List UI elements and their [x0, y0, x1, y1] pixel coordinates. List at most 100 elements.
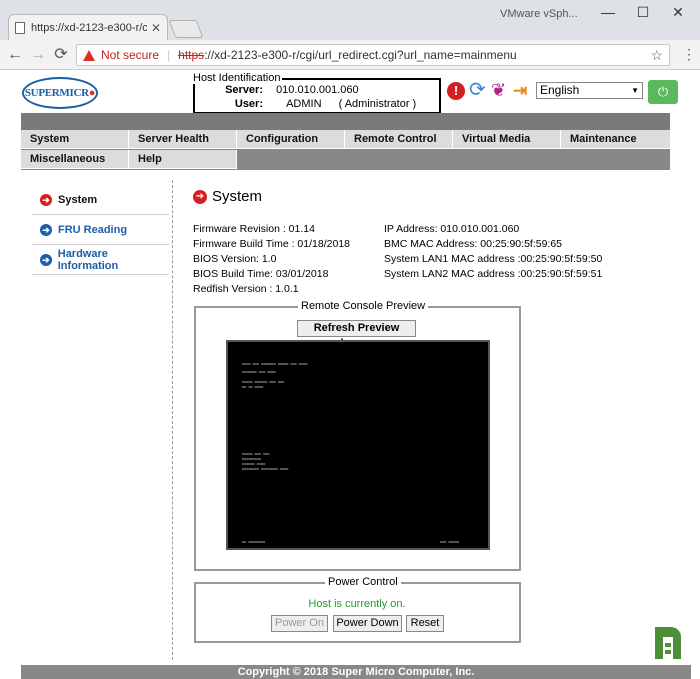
- page-title-text: System: [212, 188, 263, 205]
- browser-tab[interactable]: https://xd-2123-e300-r/c ✕: [8, 14, 168, 40]
- sidebar-divider: [172, 180, 173, 660]
- security-status[interactable]: Not secure: [101, 48, 159, 62]
- forward-icon[interactable]: →: [28, 46, 48, 64]
- sidebar-item-hardware-information[interactable]: ➔ Hardware Information: [32, 245, 169, 275]
- maximize-icon[interactable]: ☐: [628, 4, 658, 21]
- lan1-mac-address: System LAN1 MAC address :00:25:90:5f:59:…: [384, 253, 603, 265]
- menu-row-1: System Server Health Configuration Remot…: [21, 130, 670, 149]
- tab-title: https://xd-2123-e300-r/c: [31, 21, 147, 34]
- bmc-mac-address: BMC MAC Address: 00:25:90:5f:59:65: [384, 238, 563, 250]
- console-line: ▬▬▬▬▬▬ ▬▬▬▬: [242, 462, 266, 466]
- logo-text: SUPERMICR: [24, 87, 89, 99]
- window-close-icon[interactable]: ✕: [663, 4, 693, 21]
- host-identification-legend: Host Identification: [193, 72, 283, 84]
- console-line: ▬▬ ▬▬ ▬▬▬▬: [242, 385, 264, 389]
- reset-button[interactable]: Reset: [406, 615, 444, 632]
- user-row: User: ADMIN ( Administrator ): [225, 98, 416, 110]
- console-preview-image[interactable]: ▬▬▬▬ ▬▬▬ ▬▬▬▬▬▬▬ ▬▬▬▬▬ ▬▬▬ ▬▬▬▬ ▬▬▬▬▬▬▬ …: [226, 340, 490, 550]
- sidebar-item-fru-reading[interactable]: ➔ FRU Reading: [32, 215, 169, 245]
- language-selected: English: [540, 83, 580, 97]
- bios-build-time: BIOS Build Time: 03/01/2018: [193, 268, 329, 280]
- menu-virtual-media[interactable]: Virtual Media: [453, 130, 561, 149]
- browser-toolbar: ← → ⟳ Not secure | https ://xd-2123-e300…: [0, 40, 700, 70]
- address-bar[interactable]: Not secure | https ://xd-2123-e300-r/cgi…: [76, 44, 670, 66]
- close-tab-icon[interactable]: ✕: [151, 21, 161, 35]
- alert-icon[interactable]: !: [447, 82, 465, 100]
- supermicro-logo: SUPERMICR ●: [22, 77, 98, 109]
- remote-console-legend: Remote Console Preview: [298, 300, 429, 312]
- sidebar-item-label: Hardware Information: [57, 247, 119, 272]
- console-line: ▬▬▬▬▬ ▬▬▬ ▬▬▬: [242, 452, 270, 456]
- footer-copyright: Copyright © 2018 Super Micro Computer, I…: [21, 665, 691, 679]
- language-select[interactable]: English ▼: [536, 82, 643, 99]
- power-on-button[interactable]: Power On: [271, 615, 328, 632]
- reload-icon[interactable]: ⟳: [51, 46, 71, 64]
- url-text: ://xd-2123-e300-r/cgi/url_redirect.cgi?u…: [204, 48, 517, 62]
- logout-icon[interactable]: ⇥: [513, 80, 527, 102]
- user-role: ( Administrator ): [338, 98, 417, 110]
- sidebar: ➔ System ➔ FRU Reading ➔ Hardware Inform…: [32, 185, 169, 275]
- menu-server-health[interactable]: Server Health: [129, 130, 237, 149]
- server-value: 010.010.001.060: [276, 84, 359, 96]
- back-icon[interactable]: ←: [5, 46, 25, 64]
- power-control-fieldset: Power Control: [194, 576, 521, 643]
- new-tab-button[interactable]: [168, 20, 204, 38]
- host-identification-box: Host Identification Server: 010.010.001.…: [193, 72, 441, 114]
- sidebar-item-system[interactable]: ➔ System: [32, 185, 169, 215]
- server-label: Server:: [225, 84, 263, 96]
- browser-menu-icon[interactable]: ⋮: [682, 46, 696, 63]
- console-line: ▬▬▬▬▬▬▬ ▬▬▬ ▬▬▬▬: [242, 370, 276, 374]
- warning-icon[interactable]: [83, 49, 95, 61]
- corner-logo-icon: [651, 625, 687, 661]
- feather-icon[interactable]: ❦: [491, 79, 506, 101]
- url-scheme: https: [178, 48, 205, 62]
- power-control-legend: Power Control: [325, 576, 401, 588]
- user-value: ADMIN: [286, 98, 322, 110]
- firmware-build-time: Firmware Build Time : 01/18/2018: [193, 238, 350, 250]
- server-row: Server: 010.010.001.060: [225, 84, 359, 96]
- refresh-icon[interactable]: ⟳: [469, 79, 486, 101]
- power-icon: ⏻: [657, 84, 669, 99]
- logo-dot-icon: ●: [88, 87, 96, 99]
- user-label: User:: [234, 98, 263, 110]
- sidebar-item-label: System: [58, 193, 98, 206]
- ip-address: IP Address: 010.010.001.060: [384, 223, 520, 235]
- redfish-version: Redfish Version : 1.0.1: [193, 283, 299, 295]
- console-line: ▬▬▬ ▬▬▬▬▬: [440, 540, 459, 544]
- console-line: ▬▬▬▬▬ ▬▬▬▬▬▬ ▬▬▬ ▬▬▬: [242, 380, 285, 384]
- menu-miscellaneous[interactable]: Miscellaneous: [21, 150, 129, 169]
- firmware-revision: Firmware Revision : 01.14: [193, 223, 315, 235]
- chevron-down-icon: ▼: [631, 86, 639, 95]
- page-title: ➔ System: [193, 188, 262, 205]
- arrow-right-icon: ➔: [40, 193, 52, 206]
- arrow-right-icon: ➔: [40, 223, 52, 236]
- host-status: Host is currently on.: [308, 598, 406, 610]
- omnibox-divider: |: [167, 48, 171, 62]
- lan2-mac-address: System LAN2 MAC address :00:25:90:5f:59:…: [384, 268, 603, 280]
- main-menu: System Server Health Configuration Remot…: [21, 113, 670, 170]
- menu-remote-control[interactable]: Remote Control: [345, 130, 453, 149]
- sidebar-item-label: FRU Reading: [58, 223, 128, 236]
- arrow-right-icon: ➔: [193, 189, 207, 204]
- menu-row-2: Miscellaneous Help: [21, 150, 670, 169]
- arrow-right-icon: ➔: [40, 253, 52, 266]
- menu-top-strip: [21, 113, 670, 130]
- menu-help[interactable]: Help: [129, 150, 237, 169]
- power-button[interactable]: ⏻: [648, 80, 678, 104]
- console-line: ▬▬▬▬ ▬▬▬ ▬▬▬▬▬▬▬ ▬▬▬▬▬ ▬▬▬ ▬▬▬▬: [242, 362, 308, 366]
- bookmark-star-icon[interactable]: ☆: [650, 47, 663, 64]
- minimize-icon[interactable]: —: [593, 4, 623, 20]
- firmware-info: Firmware Revision : 01.14 Firmware Build…: [193, 222, 350, 297]
- console-line: ▬▬▬▬▬▬▬▬ ▬▬▬▬▬▬▬▬ ▬▬▬▬: [242, 467, 289, 471]
- power-down-button[interactable]: Power Down: [333, 615, 402, 632]
- network-info: IP Address: 010.010.001.060 BMC MAC Addr…: [384, 222, 602, 282]
- console-line: ▬▬ ▬▬▬▬▬▬▬▬: [242, 540, 266, 544]
- menu-configuration[interactable]: Configuration: [237, 130, 345, 149]
- browser-tabstrip: https://xd-2123-e300-r/c ✕ VMware vSph..…: [0, 0, 700, 40]
- menu-system[interactable]: System: [21, 130, 129, 149]
- document-icon: [15, 21, 25, 34]
- refresh-preview-button[interactable]: Refresh Preview Image: [297, 320, 416, 349]
- menu-maintenance[interactable]: Maintenance: [561, 130, 670, 149]
- browser-profile-label[interactable]: VMware vSph...: [500, 8, 578, 20]
- bios-version: BIOS Version: 1.0: [193, 253, 277, 265]
